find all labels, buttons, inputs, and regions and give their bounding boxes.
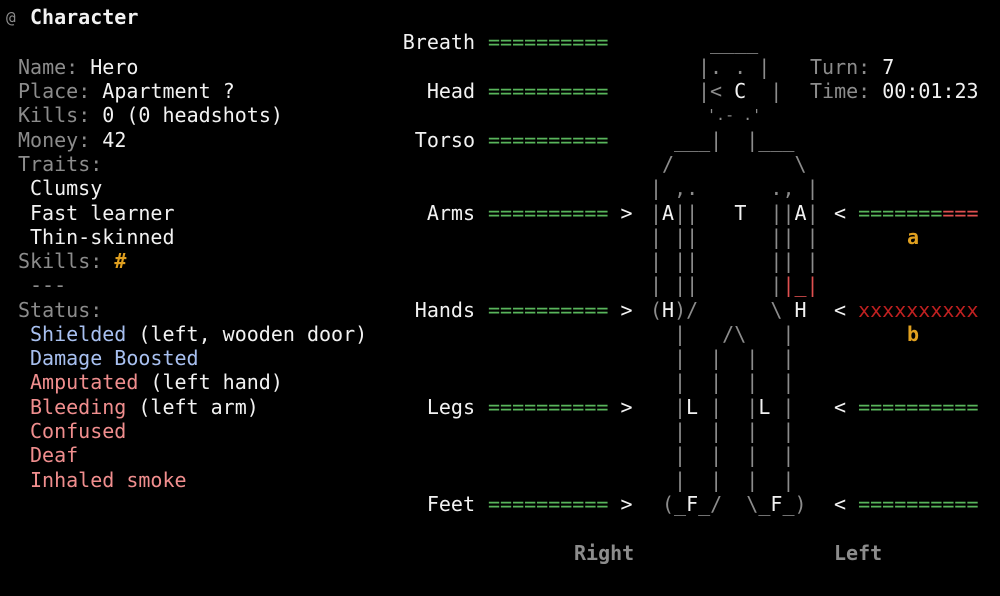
hand-marker-b: b	[907, 322, 920, 346]
legs-left-bar: < ==========	[834, 395, 979, 419]
left-side-label: Left	[834, 541, 883, 565]
name-value: Hero	[90, 55, 139, 79]
legs-right-bar: ========== >	[488, 395, 633, 419]
money-label: Money:	[18, 128, 91, 152]
legs-label: Legs	[426, 395, 475, 419]
head-bar: ==========	[488, 79, 609, 103]
leg-left-letter: L	[758, 395, 771, 419]
time-row: Time: 00:01:23	[810, 79, 979, 103]
hand-right-letter: H	[662, 298, 675, 322]
arms-label: Arms	[426, 201, 475, 225]
arm-marker-a: a	[907, 225, 920, 249]
status-item: Bleeding (left arm)	[30, 395, 259, 419]
status-item: Damage Boosted	[30, 346, 199, 370]
hands-label: Hands	[414, 298, 475, 322]
money-value: 42	[102, 128, 127, 152]
at-icon: @	[6, 8, 16, 27]
status-item: Inhaled smoke	[30, 468, 187, 492]
trait-item: Clumsy	[30, 176, 103, 200]
trait-item: Thin-skinned	[30, 225, 175, 249]
arms-left-bar: < ==========	[834, 201, 979, 225]
hand-left-letter: H	[794, 298, 807, 322]
foot-left-letter: F	[770, 492, 783, 516]
torso-label: Torso	[414, 128, 475, 152]
arms-right-bar: ========== >	[488, 201, 633, 225]
money-row: Money: 42	[18, 128, 126, 152]
skills-label: Skills:	[18, 249, 103, 273]
head-label: Head	[426, 79, 475, 103]
skills-hash-icon: #	[114, 249, 127, 273]
turn-row: Turn: 7	[810, 55, 895, 79]
status-item: Amputated (left hand)	[30, 370, 283, 394]
breath-label: Breath	[402, 30, 475, 54]
hands-right-bar: ========== >	[488, 298, 633, 322]
head-letter: C	[734, 79, 747, 103]
name-label: Name:	[18, 55, 79, 79]
hands-left-bar: < xxxxxxxxxx	[834, 298, 979, 322]
feet-right-bar: ========== >	[488, 492, 633, 516]
feet-left-bar: < ==========	[834, 492, 979, 516]
traits-label: Traits:	[18, 152, 103, 176]
place-label: Place:	[18, 79, 91, 103]
screen-title: Character	[30, 5, 139, 29]
torso-letter: T	[734, 201, 747, 225]
kills-value: 0 (0 headshots)	[102, 103, 283, 127]
foot-right-letter: F	[686, 492, 699, 516]
skills-empty: ---	[30, 273, 67, 297]
skills-row: Skills: #	[18, 249, 126, 273]
trait-item: Fast learner	[30, 201, 175, 225]
place-value: Apartment ?	[102, 79, 235, 103]
torso-bar: ==========	[488, 128, 609, 152]
right-side-label: Right	[574, 541, 635, 565]
leg-right-letter: L	[686, 395, 699, 419]
place-row: Place: Apartment ?	[18, 79, 235, 103]
name-row: Name: Hero	[18, 55, 138, 79]
arm-left-letter: A	[794, 201, 807, 225]
status-item: Shielded (left, wooden door)	[30, 322, 368, 346]
breath-bar: ==========	[488, 30, 609, 54]
status-item: Deaf	[30, 443, 79, 467]
status-label: Status:	[18, 298, 103, 322]
status-item: Confused	[30, 419, 127, 443]
arm-right-letter: A	[662, 201, 675, 225]
kills-row: Kills: 0 (0 headshots)	[18, 103, 283, 127]
feet-label: Feet	[426, 492, 475, 516]
kills-label: Kills:	[18, 103, 91, 127]
